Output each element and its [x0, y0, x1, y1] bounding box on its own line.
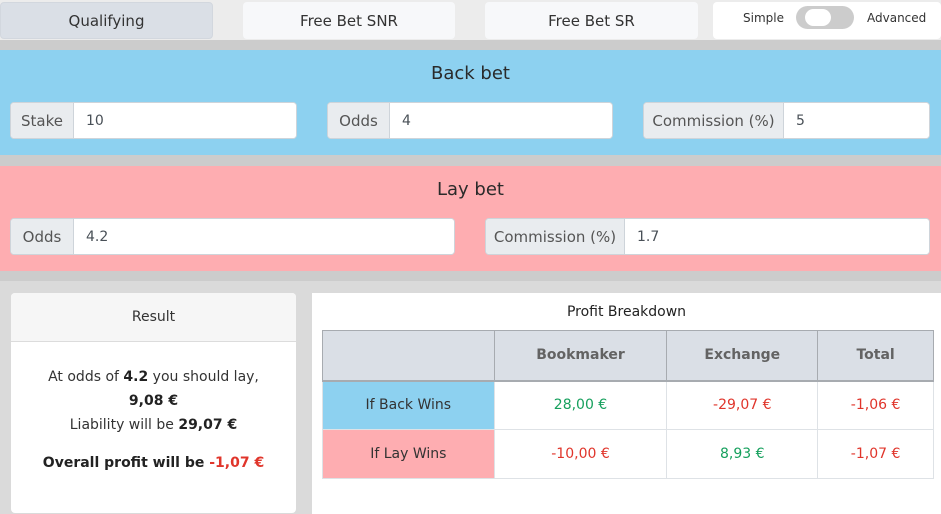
lay-odds-label: Odds: [11, 219, 74, 254]
mode-advanced-label: Advanced: [867, 11, 927, 25]
back-odds-label: Odds: [328, 103, 390, 138]
mode-simple-label: Simple: [743, 11, 784, 25]
overall-profit-line: Overall profit will be -1,07 €: [11, 451, 296, 475]
tab-free-bet-snr[interactable]: Free Bet SNR: [243, 2, 455, 39]
result-body: At odds of 4.2 you should lay, 9,08 € Li…: [11, 342, 296, 475]
liability-line: Liability will be 29,07 €: [11, 413, 296, 437]
back-commission-input[interactable]: [784, 103, 929, 138]
divider: [0, 155, 941, 166]
result-card: Result At odds of 4.2 you should lay, 9,…: [11, 293, 296, 513]
lay-wins-exchange: 8,93 €: [666, 429, 819, 479]
divider: [0, 271, 941, 281]
overall-profit-prefix: Overall profit will be: [42, 455, 210, 471]
lay-commission-input[interactable]: [625, 219, 929, 254]
back-commission-label: Commission (%): [644, 103, 784, 138]
table-row: If Back Wins 28,00 € -29,07 € -1,06 €: [322, 380, 934, 430]
tab-qualifying[interactable]: Qualifying: [0, 2, 213, 39]
row-label-lay-wins: If Lay Wins: [322, 429, 495, 479]
mode-switch: Simple Advanced: [713, 2, 941, 39]
back-stake-input[interactable]: [74, 103, 296, 138]
table-row: If Lay Wins -10,00 € 8,93 € -1,07 €: [322, 429, 934, 479]
lay-bet-section: Lay bet Odds Commission (%): [0, 166, 941, 271]
lay-advice-suffix: you should lay,: [148, 369, 259, 385]
profit-breakdown-title: Profit Breakdown: [566, 304, 687, 320]
liability-value: 29,07 €: [178, 417, 238, 433]
lay-odds-group: Odds: [10, 218, 455, 255]
lay-commission-group: Commission (%): [485, 218, 930, 255]
results-area: Result At odds of 4.2 you should lay, 9,…: [0, 281, 941, 514]
lay-bet-title: Lay bet: [437, 179, 504, 200]
liability-prefix: Liability will be: [69, 417, 179, 433]
lay-odds-value: 4.2: [123, 369, 149, 385]
mode-toggle[interactable]: [796, 6, 854, 29]
divider: [0, 40, 941, 50]
profit-breakdown-card: Profit Breakdown Bookmaker Exchange Tota…: [312, 293, 941, 514]
lay-stake-value: 9,08 €: [128, 393, 179, 409]
top-bar: Qualifying Free Bet SNR Free Bet SR Simp…: [0, 0, 941, 40]
back-wins-exchange: -29,07 €: [666, 380, 819, 430]
column-header-bookmaker: Bookmaker: [493, 330, 668, 382]
lay-wins-bookmaker: -10,00 €: [493, 429, 668, 479]
lay-odds-input[interactable]: [74, 219, 454, 254]
tab-free-bet-sr[interactable]: Free Bet SR: [485, 2, 698, 39]
back-wins-total: -1,06 €: [817, 380, 934, 430]
column-header-exchange: Exchange: [666, 330, 819, 382]
lay-advice-prefix: At odds of: [48, 369, 124, 385]
back-bet-section: Back bet Stake Odds Commission (%): [0, 50, 941, 155]
row-label-back-wins: If Back Wins: [322, 380, 495, 430]
lay-advice-line: At odds of 4.2 you should lay,: [11, 365, 296, 389]
lay-commission-label: Commission (%): [486, 219, 625, 254]
back-odds-input[interactable]: [390, 103, 612, 138]
toggle-knob: [805, 9, 831, 26]
back-commission-group: Commission (%): [643, 102, 930, 139]
result-title: Result: [11, 293, 296, 342]
back-wins-bookmaker: 28,00 €: [493, 380, 668, 430]
table-header-row: Bookmaker Exchange Total: [322, 330, 934, 382]
column-header-blank: [322, 330, 495, 382]
back-odds-group: Odds: [327, 102, 613, 139]
column-header-total: Total: [817, 330, 934, 382]
lay-wins-total: -1,07 €: [817, 429, 934, 479]
back-stake-label: Stake: [11, 103, 74, 138]
overall-profit-value: -1,07 €: [209, 455, 265, 471]
back-bet-title: Back bet: [431, 63, 510, 84]
profit-breakdown-table: Bookmaker Exchange Total If Back Wins 28…: [322, 330, 934, 479]
back-stake-group: Stake: [10, 102, 297, 139]
